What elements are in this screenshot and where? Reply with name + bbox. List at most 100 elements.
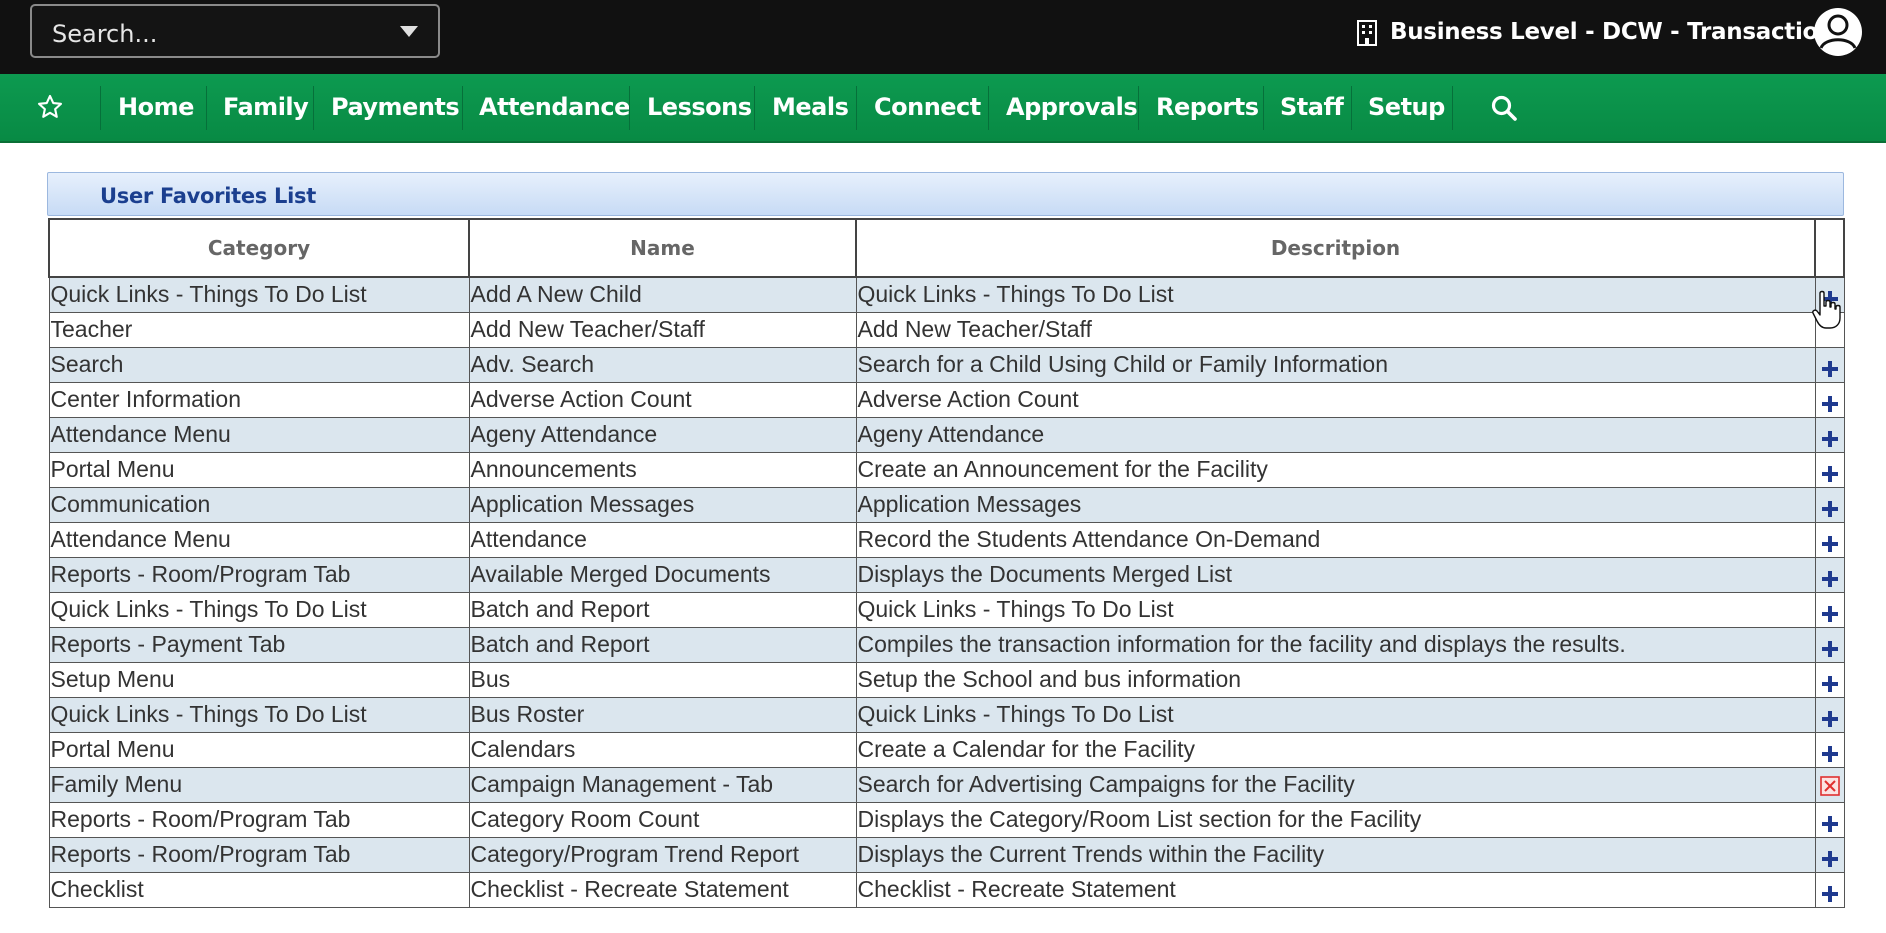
- table-row: Family Menu Campaign Management - Tab Sear…: [48, 766, 1845, 803]
- table-row: Attendance Menu Attendance Record the Stud…: [48, 521, 1845, 558]
- plus-icon[interactable]: [1821, 430, 1838, 447]
- chevron-down-icon[interactable]: [400, 26, 418, 37]
- cell-name: Batch and Report: [468, 591, 857, 628]
- table-row: Setup Menu Bus Setup the School and bus in…: [48, 661, 1845, 698]
- nav-divider: [856, 86, 857, 130]
- cell-action: [1814, 731, 1845, 768]
- plus-icon[interactable]: [1821, 710, 1838, 727]
- building-icon: [1357, 20, 1377, 46]
- table-row: Quick Links - Things To Do List Add A New…: [48, 276, 1845, 313]
- cell-category: Teacher: [48, 311, 470, 348]
- cell-action: [1814, 381, 1845, 418]
- cell-name: Application Messages: [468, 486, 857, 523]
- cell-action: [1814, 836, 1845, 873]
- plus-icon[interactable]: [1821, 360, 1838, 377]
- table-row: Portal Menu Announcements Create an Announ…: [48, 451, 1845, 488]
- plus-icon[interactable]: [1821, 885, 1838, 902]
- table-row: Portal Menu Calendars Create a Calendar fo…: [48, 731, 1845, 768]
- nav-setup[interactable]: Setup: [1368, 74, 1445, 141]
- cell-description: Create an Announcement for the Facility: [855, 451, 1816, 488]
- cell-action: [1814, 346, 1845, 383]
- user-circle-icon[interactable]: [1812, 6, 1864, 58]
- plus-icon[interactable]: [1821, 745, 1838, 762]
- business-level-label[interactable]: Business Level - DCW - Transactional: [1390, 19, 1857, 45]
- cell-category: Family Menu: [48, 766, 470, 803]
- nav-home[interactable]: Home: [118, 74, 194, 141]
- plus-icon[interactable]: [1821, 570, 1838, 587]
- cell-category: Search: [48, 346, 470, 383]
- global-search-dropdown[interactable]: Search...: [30, 4, 440, 58]
- table-header-row: Category Name Descritpion: [48, 218, 1845, 278]
- nav-connect[interactable]: Connect: [874, 74, 981, 141]
- favorites-table-body: Quick Links - Things To Do List Add A New…: [48, 276, 1845, 908]
- nav-divider: [1263, 86, 1264, 130]
- cell-description: Displays the Current Trends within the F…: [855, 836, 1816, 873]
- plus-icon[interactable]: [1821, 500, 1838, 517]
- nav-approvals[interactable]: Approvals: [1006, 74, 1138, 141]
- cell-description: Compiles the transaction information for…: [855, 626, 1816, 663]
- cell-description: Ageny Attendance: [855, 416, 1816, 453]
- star-outline-icon[interactable]: [36, 93, 64, 121]
- cell-name: Adverse Action Count: [468, 381, 857, 418]
- remove-favorite-icon[interactable]: [1819, 776, 1840, 796]
- cell-description: Displays the Category/Room List section …: [855, 801, 1816, 838]
- cell-name: Bus Roster: [468, 696, 857, 733]
- plus-icon[interactable]: [1821, 850, 1838, 867]
- nav-attendance[interactable]: Attendance: [479, 74, 630, 141]
- nav-family[interactable]: Family: [223, 74, 309, 141]
- cell-action: [1814, 451, 1845, 488]
- table-row: Reports - Payment Tab Batch and Report Com…: [48, 626, 1845, 663]
- plus-icon[interactable]: [1821, 465, 1838, 482]
- table-row: Search Adv. Search Search for a Child Usin…: [48, 346, 1845, 383]
- cell-action: [1814, 276, 1845, 313]
- table-row: Reports - Room/Program Tab Category/Progr…: [48, 836, 1845, 873]
- cell-name: Add A New Child: [468, 276, 857, 313]
- column-header-category[interactable]: Category: [48, 218, 470, 278]
- main-nav: Home Family Payments Attendance Lessons …: [0, 74, 1886, 143]
- nav-payments[interactable]: Payments: [331, 74, 460, 141]
- favorites-table: Category Name Descritpion Quick Links - …: [48, 218, 1845, 908]
- table-row: Center Information Adverse Action Count Ad…: [48, 381, 1845, 418]
- nav-divider: [629, 86, 630, 130]
- plus-icon[interactable]: [1821, 605, 1838, 622]
- cell-action: [1814, 416, 1845, 453]
- cell-name: Ageny Attendance: [468, 416, 857, 453]
- cell-category: Center Information: [48, 381, 470, 418]
- cell-category: Reports - Room/Program Tab: [48, 836, 470, 873]
- cell-name: Campaign Management - Tab: [468, 766, 857, 803]
- cell-name: Adv. Search: [468, 346, 857, 383]
- nav-lessons[interactable]: Lessons: [647, 74, 752, 141]
- nav-divider: [1452, 86, 1453, 130]
- cell-name: Bus: [468, 661, 857, 698]
- nav-divider: [988, 86, 989, 130]
- table-row: Reports - Room/Program Tab Available Merg…: [48, 556, 1845, 593]
- cell-action: [1814, 626, 1845, 663]
- plus-icon[interactable]: [1821, 535, 1838, 552]
- table-row: Quick Links - Things To Do List Batch and…: [48, 591, 1845, 628]
- top-bar: Search... Business Level - DCW - Transac…: [0, 0, 1886, 74]
- plus-icon[interactable]: [1821, 291, 1838, 308]
- cell-description: Quick Links - Things To Do List: [855, 591, 1816, 628]
- nav-divider: [462, 86, 463, 130]
- plus-icon[interactable]: [1821, 640, 1838, 657]
- cell-action: [1814, 591, 1845, 628]
- column-header-description[interactable]: Descritpion: [855, 218, 1816, 278]
- search-icon[interactable]: [1490, 94, 1518, 122]
- column-header-action: [1814, 218, 1845, 278]
- nav-divider: [754, 86, 755, 130]
- cell-description: Search for Advertising Campaigns for the…: [855, 766, 1816, 803]
- column-header-name[interactable]: Name: [468, 218, 857, 278]
- nav-divider: [313, 86, 314, 130]
- cell-action: [1814, 661, 1845, 698]
- cell-description: Application Messages: [855, 486, 1816, 523]
- cell-description: Record the Students Attendance On-Demand: [855, 521, 1816, 558]
- nav-reports[interactable]: Reports: [1156, 74, 1259, 141]
- plus-icon[interactable]: [1821, 675, 1838, 692]
- cell-name: Category/Program Trend Report: [468, 836, 857, 873]
- cell-category: Attendance Menu: [48, 521, 470, 558]
- nav-meals[interactable]: Meals: [772, 74, 849, 141]
- plus-icon[interactable]: [1821, 815, 1838, 832]
- cell-description: Create a Calendar for the Facility: [855, 731, 1816, 768]
- nav-staff[interactable]: Staff: [1280, 74, 1344, 141]
- plus-icon[interactable]: [1821, 395, 1838, 412]
